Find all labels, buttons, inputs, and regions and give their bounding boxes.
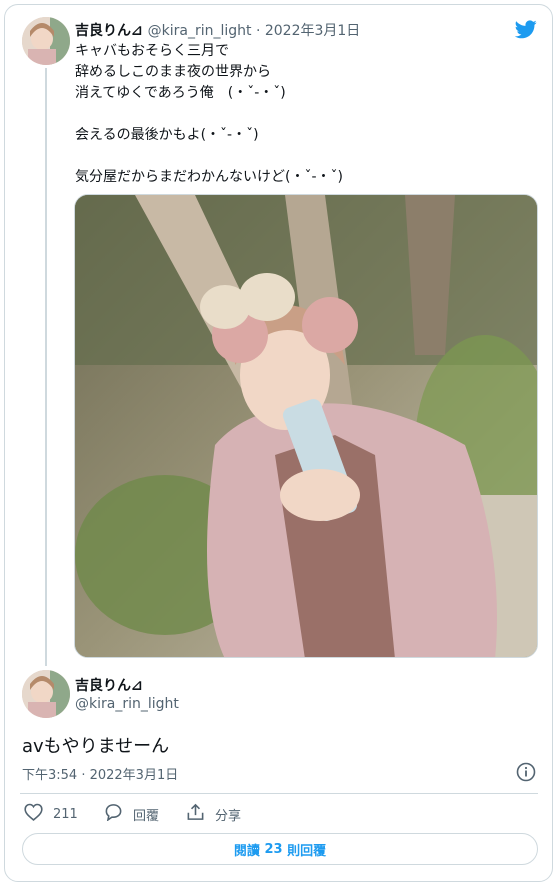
share-button[interactable]: 分享 [186, 803, 241, 825]
share-label: 分享 [215, 808, 242, 824]
reply-label: 回覆 [133, 808, 160, 824]
read-replies-suffix: 則回覆 [282, 843, 327, 859]
tweet-text: キャバもおそらく三月で 辞めるしこのまま夜の世界から 消えてゆくであろう俺 (・… [75, 43, 343, 185]
heart-icon [24, 803, 43, 825]
reply-avatar[interactable] [22, 670, 70, 718]
read-replies-button[interactable]: 閱讀 23 則回覆 [22, 833, 538, 865]
thread-connector-line [45, 68, 47, 666]
reply-icon [104, 803, 123, 825]
avatar[interactable] [22, 17, 70, 65]
handle[interactable]: @kira_rin_light [148, 23, 252, 39]
tweet-date[interactable]: 2022年3月1日 [265, 23, 360, 39]
tweet-photo[interactable] [74, 194, 538, 658]
tweet-timestamp[interactable]: 下午3:54 · 2022年3月1日 [22, 764, 178, 783]
like-count: 211 [53, 806, 78, 822]
tweet-author[interactable]: 吉良りん⊿ @kira_rin_light · 2022年3月1日 [75, 20, 360, 40]
share-icon [186, 803, 205, 825]
reply-handle[interactable]: @kira_rin_light [75, 696, 179, 712]
separator: · [251, 23, 265, 39]
reply-text: avもやりませーん [22, 736, 170, 757]
divider [20, 793, 538, 794]
twitter-bird-icon[interactable] [514, 20, 537, 43]
reply-button[interactable]: 回覆 [104, 803, 159, 825]
reply-display-name[interactable]: 吉良りん⊿ [75, 675, 143, 695]
display-name[interactable]: 吉良りん⊿ [75, 23, 143, 39]
read-replies-prefix: 閱讀 [233, 843, 265, 859]
info-icon[interactable] [516, 762, 536, 786]
like-button[interactable]: 211 [24, 803, 78, 825]
read-replies-count: 23 [264, 841, 283, 857]
